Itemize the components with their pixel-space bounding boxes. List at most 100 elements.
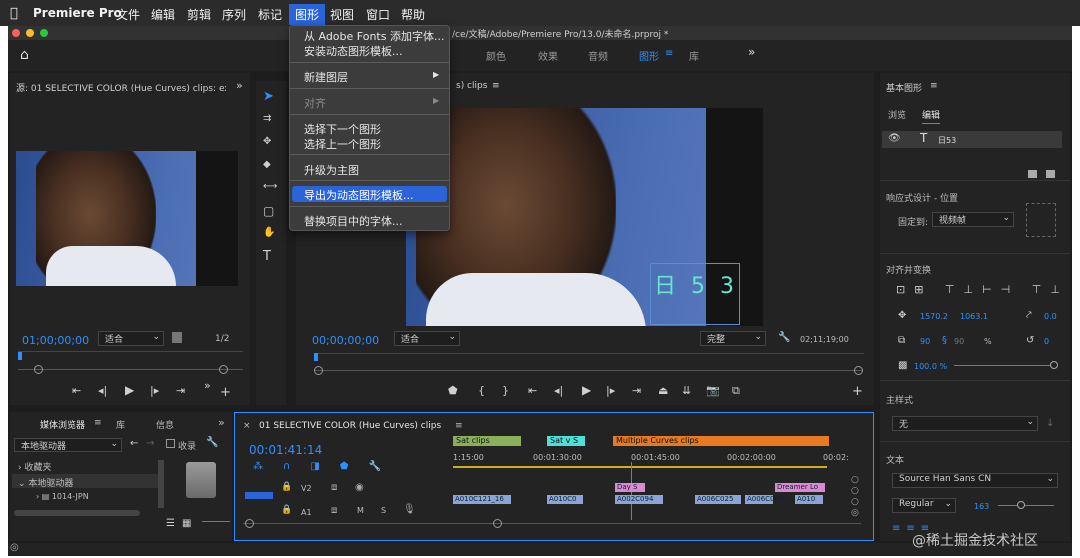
- workspace-effects[interactable]: 效果: [538, 48, 558, 63]
- source-ruler[interactable]: [18, 351, 243, 363]
- program-timecode[interactable]: 00;00;00;00: [312, 334, 379, 347]
- font-select[interactable]: Source Han Sans CN ⌄: [892, 473, 1058, 488]
- scale-value[interactable]: 90: [920, 337, 930, 346]
- slip-tool-icon[interactable]: ⟷: [263, 181, 277, 192]
- mute-button[interactable]: M: [357, 506, 364, 515]
- source-page[interactable]: 1/2: [215, 334, 229, 344]
- replace-fonts-item[interactable]: 替换项目中的字体...: [304, 213, 403, 229]
- rotation-value[interactable]: 0.0: [1044, 312, 1057, 321]
- pin-diagram[interactable]: [1026, 203, 1056, 237]
- step-forward-icon[interactable]: |▸: [150, 384, 159, 397]
- lift-icon[interactable]: ⏏: [658, 384, 668, 397]
- sequence-tab[interactable]: 01 SELECTIVE COLOR (Hue Curves) clips: [259, 421, 441, 431]
- track-select-tool-icon[interactable]: ⇉: [263, 113, 271, 124]
- overlay-text[interactable]: 日 5 3: [654, 268, 738, 300]
- lock-icon[interactable]: 🔒: [281, 505, 292, 515]
- close-tab-icon[interactable]: ×: [243, 421, 251, 431]
- list-view-icon[interactable]: ☰: [166, 518, 175, 529]
- opacity-slider[interactable]: [954, 365, 1058, 366]
- mic-icon[interactable]: 🎙: [403, 504, 416, 515]
- step-forward-icon[interactable]: |▸: [606, 384, 615, 397]
- zoom-handle-left[interactable]: [314, 366, 323, 375]
- settings-icon[interactable]: [172, 332, 182, 343]
- position-y[interactable]: 1063.1: [960, 312, 988, 321]
- more-workspaces-icon[interactable]: »: [748, 45, 755, 59]
- tab-edit[interactable]: 编辑: [922, 108, 941, 124]
- app-name[interactable]: Premiere Pro: [33, 6, 122, 20]
- workspace-audio[interactable]: 音频: [588, 48, 608, 63]
- anchor-value[interactable]: 0: [1044, 337, 1049, 346]
- align-icons[interactable]: ⊡⊞ ⊤⊥⊢⊣ ⊤⊥: [896, 283, 1069, 296]
- program-menu-icon[interactable]: ≡: [492, 81, 500, 91]
- razor-tool-icon[interactable]: ◆: [263, 159, 271, 170]
- go-to-out-icon[interactable]: ⇥: [176, 384, 185, 397]
- program-fit-select[interactable]: 适合 ⌄: [394, 331, 460, 346]
- zoom-handle-right[interactable]: [493, 519, 502, 528]
- export-template-item[interactable]: 导出为动态图形模板...: [304, 187, 414, 203]
- clip-dreamer[interactable]: Dreamer Lo: [775, 483, 825, 492]
- camera-icon[interactable]: 📷: [706, 384, 720, 397]
- play-icon[interactable]: ▶: [125, 383, 134, 397]
- source-fit-select[interactable]: 适合 ⌄: [98, 331, 164, 346]
- master-style-select[interactable]: 无 ⌄: [892, 416, 1038, 431]
- menu-marker[interactable]: 标记: [258, 6, 282, 23]
- source-title[interactable]: 源: 01 SELECTIVE COLOR (Hue Curves) clips…: [16, 81, 226, 94]
- drive-select[interactable]: 本地驱动器 ⌄: [14, 438, 122, 452]
- program-zoom-bar[interactable]: [314, 370, 862, 371]
- mark-out-icon[interactable]: }: [502, 384, 509, 397]
- minimize-window-button[interactable]: [26, 29, 34, 37]
- close-window-button[interactable]: [12, 29, 20, 37]
- step-back-icon[interactable]: ◂|: [98, 384, 107, 397]
- type-tool-icon[interactable]: T: [263, 249, 271, 264]
- font-size-slider[interactable]: [998, 505, 1054, 506]
- timeline-tools-icons[interactable]: ⁂∩◨⬟🔧: [253, 461, 401, 472]
- track-sat-v[interactable]: Sat v S: [547, 436, 585, 446]
- source-timecode[interactable]: 01;00;00;00: [22, 334, 89, 347]
- clip-a5[interactable]: A006C003: [745, 495, 783, 504]
- font-style-select[interactable]: Regular ⌄: [892, 498, 956, 513]
- clip-a3[interactable]: A002C094: [615, 495, 663, 504]
- work-area-bar[interactable]: [453, 466, 827, 468]
- font-size-value[interactable]: 163: [974, 502, 989, 511]
- media-menu-icon[interactable]: ≡: [94, 418, 102, 428]
- track-sat-clips[interactable]: Sat clips: [453, 436, 521, 446]
- zoom-handle-right[interactable]: [854, 366, 863, 375]
- solo-button[interactable]: S: [381, 506, 386, 515]
- upgrade-master-item[interactable]: 升级为主图: [304, 162, 359, 178]
- hand-tool-icon[interactable]: ✋: [263, 227, 275, 238]
- icon-view-icon[interactable]: ▦: [182, 518, 191, 529]
- source-playhead[interactable]: [18, 352, 22, 360]
- tree-scrollbar[interactable]: [158, 460, 164, 508]
- compare-icon[interactable]: ⧉: [732, 384, 740, 398]
- menu-file[interactable]: 文件: [116, 6, 140, 23]
- push-style-icon[interactable]: ↓: [1046, 418, 1054, 429]
- clip-a6[interactable]: A010: [795, 495, 823, 504]
- timeline-timecode[interactable]: 00:01:41:14: [249, 443, 322, 457]
- source-zoom-bar[interactable]: [18, 369, 243, 370]
- delete-layer-icon[interactable]: [1046, 170, 1055, 178]
- horizontal-scrollbar[interactable]: [14, 510, 140, 516]
- marker-icon[interactable]: ⬟: [448, 384, 458, 397]
- workspace-graphics[interactable]: 图形: [639, 48, 659, 63]
- new-layer-item[interactable]: 新建图层: [304, 69, 348, 85]
- more-panels-icon[interactable]: »: [236, 79, 243, 92]
- sync-icon[interactable]: ⧈: [331, 505, 337, 516]
- clip-a1[interactable]: A010C121_16: [453, 495, 511, 504]
- zoom-handle-left[interactable]: [245, 519, 254, 528]
- more-panels-icon[interactable]: »: [218, 416, 225, 429]
- menu-sequence[interactable]: 序列: [222, 6, 246, 23]
- program-title[interactable]: s) clips: [456, 81, 487, 91]
- local-drives-item[interactable]: ⌄ 本地驱动器: [18, 476, 73, 489]
- lock-icon[interactable]: 🔒: [281, 482, 292, 492]
- select-previous-item[interactable]: 选择上一个图形: [304, 136, 381, 152]
- add-fonts-item[interactable]: 从 Adobe Fonts 添加字体...: [304, 28, 444, 44]
- extract-icon[interactable]: ⇊: [682, 384, 691, 397]
- program-quality-select[interactable]: 完整 ⌄: [700, 331, 766, 346]
- tab-browse[interactable]: 浏览: [888, 108, 906, 121]
- track-scroll-controls[interactable]: ○ ○ ○ ◎: [851, 475, 859, 519]
- menu-window[interactable]: 窗口: [366, 6, 390, 23]
- home-icon[interactable]: ⌂: [20, 47, 29, 63]
- folder-item[interactable]: › ▤ 1014-JPN: [36, 492, 89, 501]
- menu-edit[interactable]: 编辑: [151, 6, 175, 23]
- favorites-item[interactable]: › 收藏夹: [18, 460, 51, 473]
